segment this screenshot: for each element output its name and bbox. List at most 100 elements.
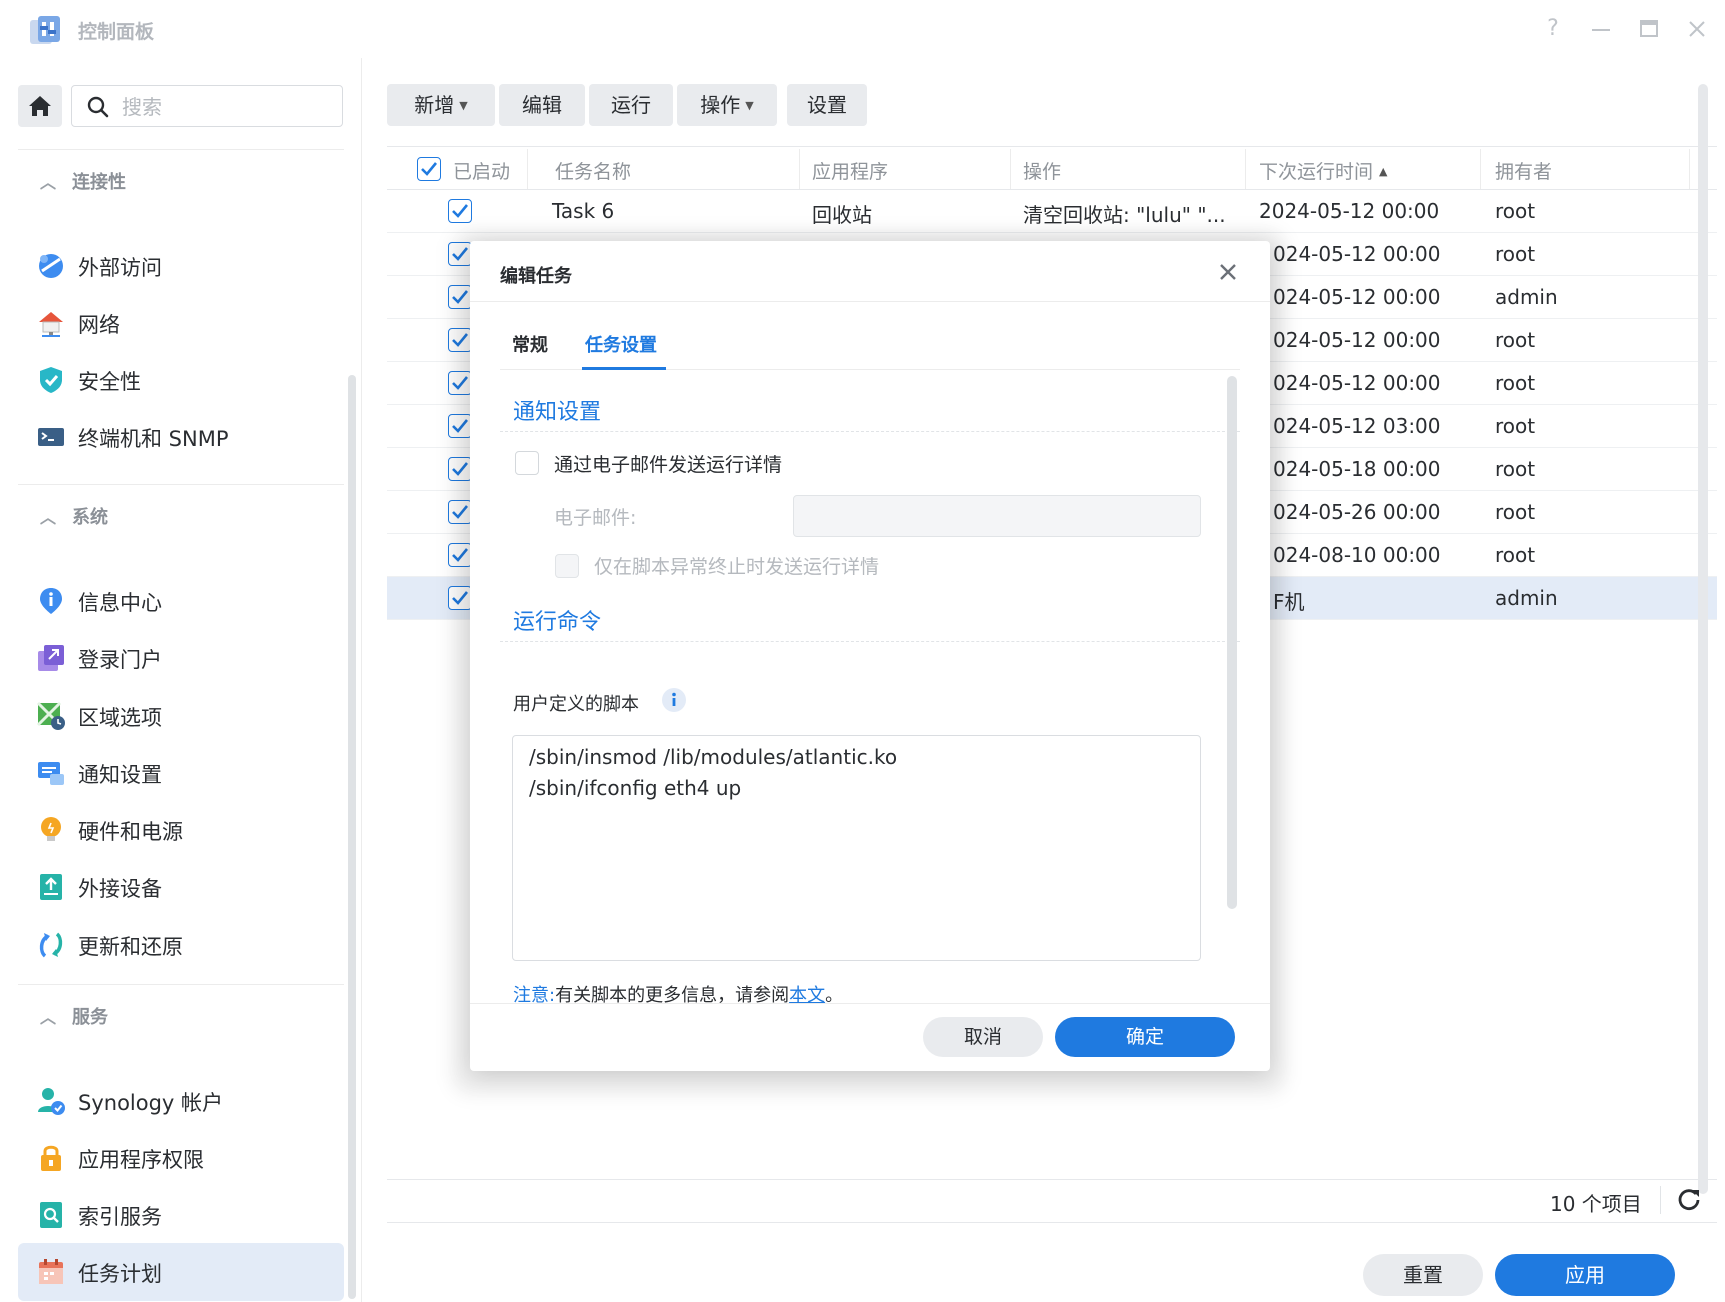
- add-button[interactable]: 新增 ▼: [387, 84, 495, 126]
- column-separator: [1245, 149, 1246, 189]
- sidebar-item-notification[interactable]: 通知设置: [18, 744, 344, 802]
- column-header-next-run[interactable]: 下次运行时间 ▲: [1259, 157, 1387, 184]
- cell-application: 回收站: [812, 203, 872, 227]
- column-header-enabled[interactable]: 已启动: [453, 157, 510, 184]
- window-title: 控制面板: [78, 21, 155, 43]
- cell-owner: admin: [1495, 285, 1558, 309]
- home-button[interactable]: [18, 85, 62, 127]
- home-icon: [29, 96, 51, 116]
- column-header-owner[interactable]: 拥有者: [1495, 157, 1552, 184]
- email-notify-checkbox[interactable]: [515, 451, 539, 475]
- sidebar-item-app-privileges[interactable]: 应用程序权限: [18, 1129, 344, 1187]
- cell-owner: root: [1495, 371, 1536, 395]
- ok-button[interactable]: 确定: [1055, 1017, 1235, 1057]
- sort-ascending-icon: ▲: [1379, 165, 1388, 178]
- notification-icon: [38, 762, 64, 785]
- cell-owner: root: [1495, 242, 1536, 266]
- info-icon[interactable]: [661, 687, 687, 713]
- search-icon: [87, 96, 109, 118]
- footer-separator: [1660, 1186, 1661, 1214]
- group-header-system[interactable]: ︿ 系统: [40, 503, 108, 529]
- control-panel-window: 控制面板 ? ︿ 连接性 外部访问: [0, 0, 1725, 1302]
- edit-button[interactable]: 编辑: [499, 84, 585, 126]
- email-field[interactable]: [793, 495, 1201, 537]
- sidebar-item-external-access[interactable]: 外部访问: [18, 237, 344, 295]
- sidebar-item-label: 外接设备: [78, 877, 162, 901]
- group-header-services[interactable]: ︿ 服务: [40, 1003, 108, 1029]
- tab-task-settings[interactable]: 任务设置: [585, 331, 657, 357]
- select-all-checkbox[interactable]: [417, 157, 441, 181]
- table-scrollbar[interactable]: [1698, 84, 1708, 1194]
- cell-owner: root: [1495, 457, 1536, 481]
- apply-button[interactable]: 应用: [1495, 1254, 1675, 1296]
- help-icon[interactable]: ?: [1540, 16, 1566, 42]
- script-textarea[interactable]: /sbin/insmod /lib/modules/atlantic.ko /s…: [512, 735, 1201, 961]
- run-command-section-title: 运行命令: [513, 610, 602, 635]
- section-divider: [500, 641, 1240, 642]
- group-header-connectivity[interactable]: ︿ 连接性: [40, 168, 126, 194]
- sidebar-item-security[interactable]: 安全性: [18, 351, 344, 409]
- sidebar-item-regional-options[interactable]: 区域选项: [18, 687, 344, 745]
- tab-general[interactable]: 常规: [512, 331, 548, 357]
- control-panel-app-icon: [30, 16, 60, 44]
- footer-divider: [387, 1222, 1717, 1223]
- column-header-action[interactable]: 操作: [1023, 157, 1061, 184]
- sidebar-item-info-center[interactable]: 信息中心: [18, 572, 344, 630]
- close-icon[interactable]: [1215, 259, 1241, 285]
- sidebar-item-label: 应用程序权限: [78, 1148, 204, 1172]
- sidebar-item-synology-account[interactable]: Synology 帐户: [18, 1072, 344, 1130]
- cell-next-run: 024-05-18 00:00: [1273, 457, 1441, 481]
- sidebar-item-hardware-power[interactable]: 硬件和电源: [18, 801, 344, 859]
- column-separator: [1689, 149, 1690, 189]
- table-row[interactable]: Task 6 回收站 清空回收站: "lulu" "... 2024-05-12 00…: [387, 190, 1717, 233]
- sidebar-item-update-restore[interactable]: 更新和还原: [18, 916, 344, 974]
- chevron-up-icon: ︿: [40, 1008, 57, 1027]
- close-window-icon[interactable]: [1684, 16, 1710, 42]
- refresh-icon[interactable]: [1674, 1184, 1704, 1214]
- sidebar-scrollbar[interactable]: [348, 375, 356, 1299]
- settings-button-label: 设置: [807, 93, 847, 117]
- sidebar-item-label: 外部访问: [78, 256, 162, 280]
- column-separator: [527, 149, 528, 189]
- dialog-title: 编辑任务: [500, 266, 572, 287]
- sidebar-item-login-portal[interactable]: 登录门户: [18, 629, 344, 687]
- column-header-task-name[interactable]: 任务名称: [555, 157, 631, 184]
- sidebar-item-label: 任务计划: [78, 1262, 162, 1286]
- cell-owner: admin: [1495, 586, 1558, 610]
- run-button[interactable]: 运行: [589, 84, 673, 126]
- group-label: 连接性: [72, 172, 126, 193]
- column-separator: [1010, 149, 1011, 189]
- section-divider: [500, 431, 1240, 432]
- sidebar-item-label: 终端机和 SNMP: [78, 427, 229, 451]
- action-button[interactable]: 操作 ▼: [677, 84, 777, 126]
- sidebar-item-task-scheduler[interactable]: 任务计划: [18, 1243, 344, 1301]
- sidebar: ︿ 连接性 外部访问 网络 安全性 终端机和 SNMP ︿ 系统 信息中心 登录门户: [0, 58, 362, 1302]
- cell-task-name: Task 6: [552, 199, 615, 223]
- cell-next-run: 024-05-12 00:00: [1273, 371, 1441, 395]
- sidebar-item-indexing-service[interactable]: 索引服务: [18, 1186, 344, 1244]
- abnormal-only-checkbox[interactable]: [555, 554, 579, 578]
- reset-button[interactable]: 重置: [1363, 1254, 1483, 1296]
- sidebar-item-label: 网络: [78, 313, 120, 337]
- shield-icon: [40, 367, 62, 393]
- sidebar-item-label: 硬件和电源: [78, 820, 183, 844]
- sidebar-divider: [18, 484, 344, 485]
- cancel-button[interactable]: 取消: [923, 1017, 1043, 1057]
- column-header-application[interactable]: 应用程序: [812, 157, 888, 184]
- search-box: [71, 85, 343, 127]
- checkmark-icon: [421, 162, 438, 176]
- sidebar-item-label: 通知设置: [78, 763, 162, 787]
- action-button-label: 操作: [700, 93, 741, 117]
- settings-button[interactable]: 设置: [787, 84, 867, 126]
- sidebar-item-network[interactable]: 网络: [18, 294, 344, 352]
- dialog-scrollbar[interactable]: [1227, 376, 1237, 909]
- minimize-icon[interactable]: [1588, 16, 1614, 42]
- search-input[interactable]: [122, 94, 332, 120]
- row-enabled-checkbox[interactable]: [448, 199, 472, 223]
- maximize-icon[interactable]: [1636, 16, 1662, 42]
- login-portal-icon: [38, 645, 64, 671]
- sidebar-item-external-devices[interactable]: 外接设备: [18, 858, 344, 916]
- sidebar-item-terminal-snmp[interactable]: 终端机和 SNMP: [18, 408, 344, 466]
- cell-owner: root: [1495, 500, 1536, 524]
- title-bar: 控制面板 ?: [0, 0, 1725, 58]
